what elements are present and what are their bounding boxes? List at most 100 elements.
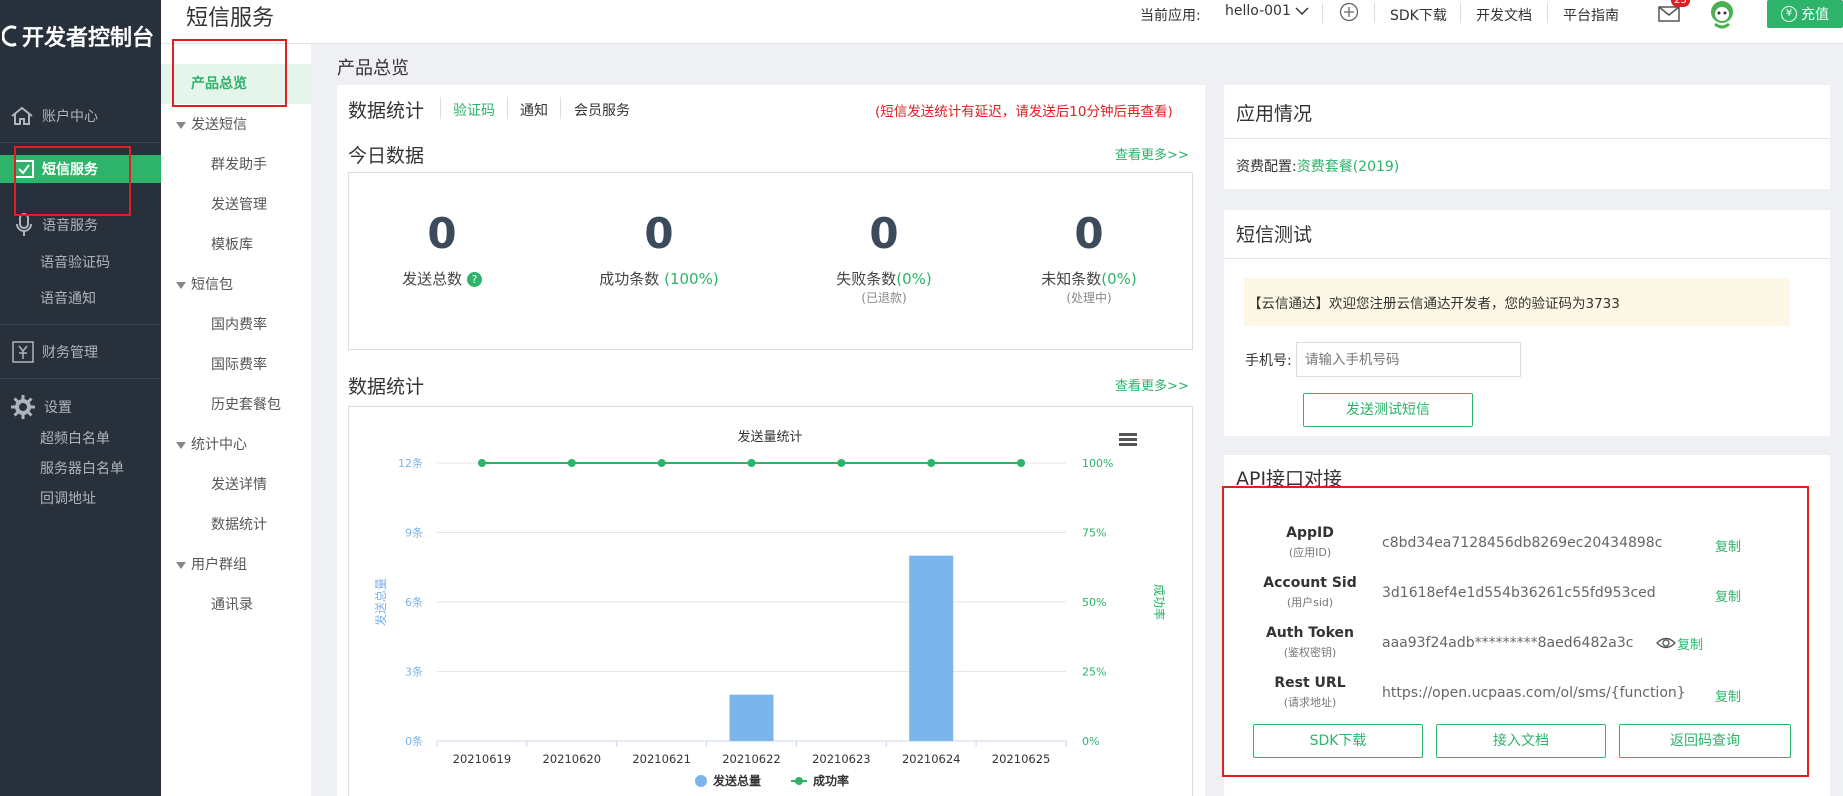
subnav-item-history-package[interactable]: 历史套餐包	[161, 394, 311, 414]
dev-docs-link[interactable]: 开发文档	[1476, 5, 1532, 25]
x-tick-label: 20210619	[453, 752, 512, 766]
app-selector[interactable]: hello-001	[1225, 3, 1309, 19]
stat-fail-label: 失败条数(0%)	[784, 268, 984, 289]
tab-notify[interactable]: 通知	[520, 100, 548, 120]
mail-button[interactable]: 23	[1658, 0, 1690, 22]
plan-label: 资费配置:	[1236, 159, 1297, 175]
stat-fail-pct: (0%)	[896, 270, 932, 288]
breadcrumb: 产品总览	[337, 58, 409, 79]
sidebar-subitem-whitelist[interactable]: 超频白名单	[40, 428, 110, 448]
sidebar-divider	[0, 142, 161, 143]
today-title: 今日数据	[348, 145, 425, 167]
sidebar-subitem-callback[interactable]: 回调地址	[40, 488, 96, 508]
copy-appid-button[interactable]: 复制	[1715, 536, 1741, 555]
logo-text: 开发者控制台	[22, 26, 155, 51]
return-code-query-button[interactable]: 返回码查询	[1619, 724, 1791, 758]
help-icon[interactable]: ?	[466, 272, 482, 287]
api-appid-value: c8bd34ea7128456db8269ec20434898c	[1382, 535, 1663, 551]
api-token-value: aaa93f24adb*********8aed6482a3c	[1382, 635, 1634, 651]
header-separator	[1374, 3, 1375, 23]
sdk-download-link[interactable]: SDK下载	[1390, 5, 1447, 25]
subnav-item-contacts[interactable]: 通讯录	[161, 594, 311, 614]
plan-row: 资费配置:资费套餐(2019)	[1236, 156, 1399, 176]
eye-icon[interactable]	[1656, 636, 1676, 650]
view-more-today-link[interactable]: 查看更多>>	[1115, 144, 1189, 163]
legend-label: 发送总量	[712, 773, 761, 788]
currency-icon: ¥	[1781, 6, 1797, 22]
subnav-item-template-lib[interactable]: 模板库	[161, 234, 311, 254]
y-tick-label: 0条	[405, 734, 423, 748]
y-tick-label: 12条	[398, 456, 423, 470]
api-token-sub: (鉴权密钥)	[1283, 646, 1337, 659]
view-more-chart-link[interactable]: 查看更多>>	[1115, 375, 1189, 394]
copy-token-button[interactable]: 复制	[1677, 634, 1703, 653]
api-token-label: Auth Token	[1265, 625, 1355, 641]
access-docs-button[interactable]: 接入文档	[1436, 724, 1606, 758]
y-tick-label: 6条	[405, 595, 423, 609]
sidebar-subitem-voice-notify[interactable]: 语音通知	[40, 288, 96, 308]
header-separator	[1547, 3, 1548, 23]
sidebar-subitem-voice-code[interactable]: 语音验证码	[40, 252, 110, 272]
chart-bar	[729, 694, 774, 741]
subnav-group-sms-package[interactable]: 短信包	[161, 274, 311, 294]
copy-url-button[interactable]: 复制	[1715, 686, 1741, 705]
card-divider	[1224, 138, 1830, 139]
sidebar-item-settings[interactable]: 设置	[0, 394, 161, 420]
subnav-group-label: 短信包	[191, 277, 233, 293]
api-appid-sub: (应用ID)	[1288, 546, 1332, 559]
sidebar-subitem-server-whitelist[interactable]: 服务器白名单	[40, 458, 124, 478]
sidebar-item-account[interactable]: 账户中心	[0, 104, 161, 128]
console-logo[interactable]: 开发者控制台	[0, 18, 161, 54]
plan-value-link[interactable]: 资费套餐(2019)	[1297, 159, 1400, 175]
app-status-title: 应用情况	[1236, 103, 1313, 125]
subnav-item-bulk-assistant[interactable]: 群发助手	[161, 154, 311, 174]
subnav-item-intl-rate[interactable]: 国际费率	[161, 354, 311, 374]
subnav-item-data-stats[interactable]: 数据统计	[161, 514, 311, 534]
subnav-item-send-manage[interactable]: 发送管理	[161, 194, 311, 214]
platform-guide-link[interactable]: 平台指南	[1563, 5, 1619, 25]
phone-input[interactable]	[1296, 342, 1521, 377]
tab-verify-code[interactable]: 验证码	[453, 100, 495, 120]
subnav-group-label: 统计中心	[191, 437, 247, 453]
subnav-group-label: 用户群组	[191, 557, 247, 573]
stat-label-text: 发送总数	[402, 270, 463, 288]
stat-success-pct: (100%)	[664, 270, 719, 288]
subnav-item-send-detail[interactable]: 发送详情	[161, 474, 311, 494]
legend-marker-bar	[695, 775, 707, 787]
chart-title: 发送量统计	[737, 429, 802, 445]
mic-icon	[16, 213, 32, 236]
send-test-sms-button[interactable]: 发送测试短信	[1303, 393, 1473, 427]
sidebar-item-label: 语音服务	[42, 218, 98, 234]
sidebar-item-label: 账户中心	[42, 109, 98, 125]
subnav-item-domestic-rate[interactable]: 国内费率	[161, 314, 311, 334]
chart-menu-icon[interactable]	[1119, 433, 1137, 446]
send-volume-chart: 发送量统计0条3条6条9条12条0%25%50%75%100%发送总量 成功率20…	[373, 429, 1167, 788]
copy-sid-button[interactable]: 复制	[1715, 586, 1741, 605]
mail-icon	[1658, 6, 1680, 22]
recharge-button[interactable]: ¥ 充值	[1767, 0, 1843, 28]
stat-success-value: 0	[644, 209, 674, 258]
today-stats-box	[348, 172, 1193, 350]
api-appid-label: AppID	[1286, 525, 1334, 541]
legend-marker-point	[795, 777, 803, 785]
x-tick-label: 20210624	[902, 752, 961, 766]
stat-total-value: 0	[427, 209, 457, 258]
tab-member-service[interactable]: 会员服务	[574, 100, 630, 120]
page-title: 短信服务	[186, 6, 275, 31]
subnav-group-user-group[interactable]: 用户群组	[161, 554, 311, 574]
y2-tick-label: 0%	[1082, 735, 1099, 748]
stat-fail-value: 0	[869, 209, 899, 258]
stat-label-text: 未知条数	[1041, 270, 1102, 288]
stat-label-text: 失败条数	[836, 270, 897, 288]
sidebar-item-finance[interactable]: 财务管理	[0, 340, 161, 364]
mail-badge: 23	[1671, 0, 1690, 7]
sdk-download-button[interactable]: SDK下载	[1253, 724, 1423, 758]
y2-tick-label: 100%	[1082, 457, 1113, 470]
add-app-icon[interactable]	[1339, 2, 1359, 22]
subnav-group-send-sms[interactable]: 发送短信	[161, 114, 311, 134]
subnav-group-stats-center[interactable]: 统计中心	[161, 434, 311, 454]
avatar[interactable]	[1706, 0, 1738, 30]
chart-bar	[909, 555, 954, 741]
x-tick-label: 20210620	[543, 752, 602, 766]
subnav-group-label: 发送短信	[191, 117, 247, 133]
